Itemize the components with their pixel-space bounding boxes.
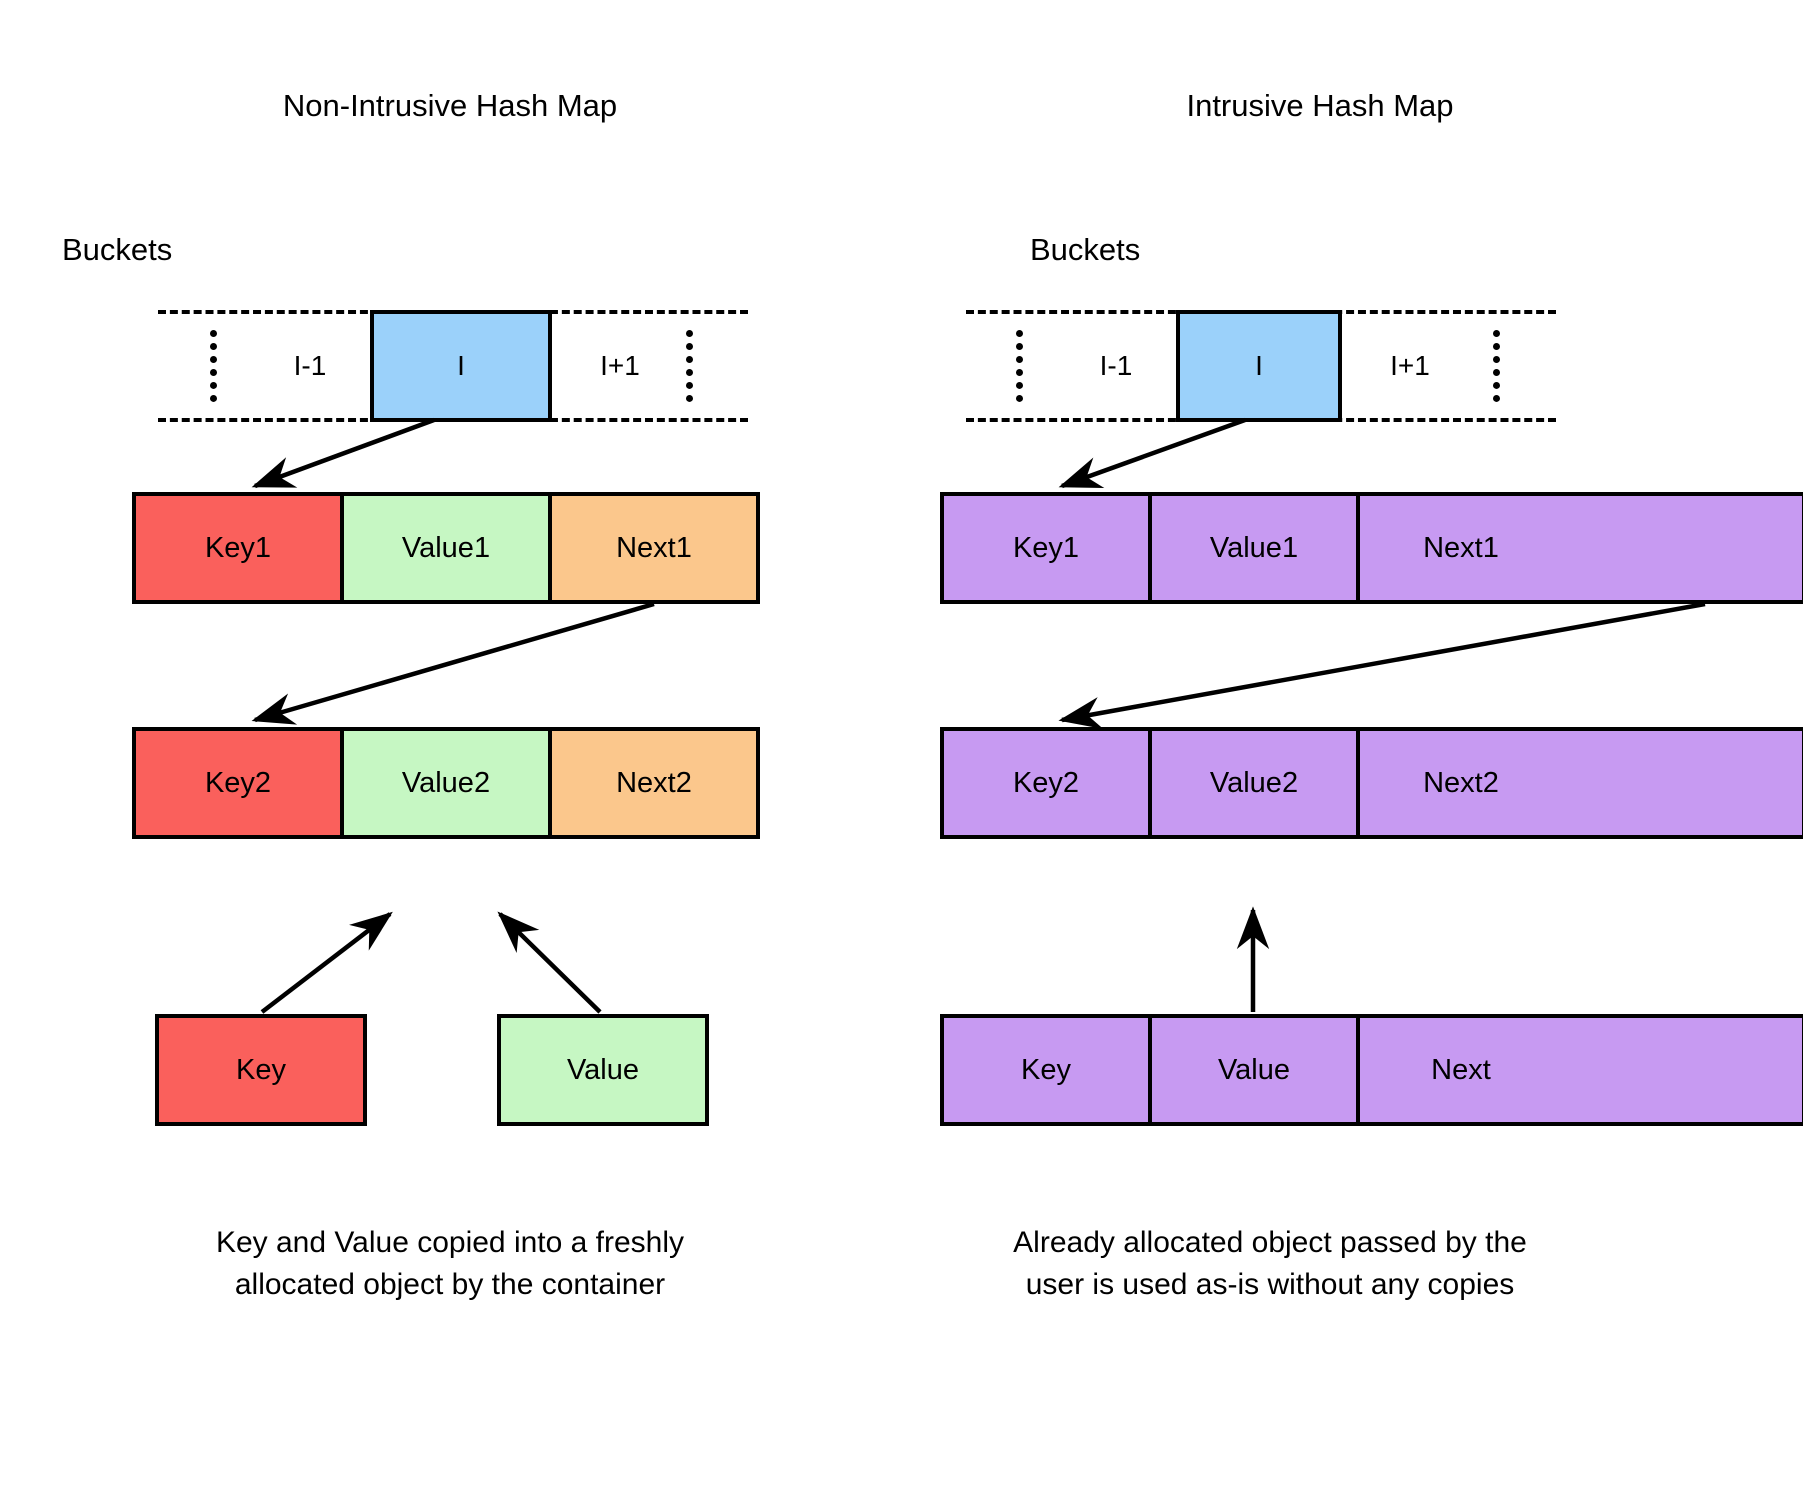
right-node-1-value-label: Value1 <box>1209 531 1299 564</box>
left-arrow-bucket-to-node1 <box>251 417 435 489</box>
left-buckets-label: Buckets <box>62 232 173 267</box>
left-node-2-value-label: Value2 <box>401 766 491 799</box>
right-user-key-label: Key <box>1021 1053 1071 1086</box>
left-bucket-cell-current-label: I <box>457 350 465 381</box>
bucket-ellipsis-left-icon <box>1016 330 1023 402</box>
right-caption: Already allocated object passed by the u… <box>940 1222 1600 1306</box>
right-node-1-key-cell[interactable]: Key1 <box>944 496 1152 600</box>
right-user-next-label: Next <box>1431 1053 1491 1086</box>
left-node-row-1[interactable]: Key1 Value1 Next1 <box>132 492 760 604</box>
left-arrow-node1-to-node2 <box>251 601 655 725</box>
left-user-value-label: Value <box>566 1053 640 1086</box>
left-arrow-value-copy <box>497 911 602 1014</box>
right-node-row-1[interactable]: Key1 Value1 Next1 <box>940 492 1803 604</box>
right-node-1-value-cell[interactable]: Value1 <box>1152 496 1360 600</box>
left-bucket-cell-next[interactable]: I+1 <box>558 310 682 422</box>
right-node-2-next-label: Next2 <box>1423 766 1499 799</box>
left-bucket-cell-next-label: I+1 <box>600 350 640 381</box>
right-node-2-next-cell[interactable]: Next2 <box>1360 731 1802 835</box>
left-user-value-box[interactable]: Value <box>497 1014 709 1126</box>
right-bucket-cell-prev[interactable]: I-1 <box>1056 310 1176 422</box>
right-node-1-next-cell[interactable]: Next1 <box>1360 496 1802 600</box>
left-buckets-strip: I-1 I I+1 <box>158 310 748 422</box>
right-user-key-cell[interactable]: Key <box>944 1018 1152 1122</box>
right-buckets-label: Buckets <box>1030 232 1141 267</box>
bucket-ellipsis-left-icon <box>210 330 217 402</box>
right-buckets-strip: I-1 I I+1 <box>966 310 1556 422</box>
right-user-object-row[interactable]: Key Value Next <box>940 1014 1803 1126</box>
left-node-1-key-cell[interactable]: Key1 <box>136 496 344 600</box>
right-arrow-bucket-to-node1 <box>1058 417 1246 489</box>
right-user-value-label: Value <box>1217 1053 1291 1086</box>
left-user-key-label: Key <box>236 1053 286 1086</box>
diagram-canvas: Non-Intrusive Hash Map Buckets I-1 I I+1… <box>0 0 1803 1485</box>
left-node-2-key-cell[interactable]: Key2 <box>136 731 344 835</box>
right-arrow-node1-to-node2 <box>1058 601 1706 729</box>
right-user-next-cell[interactable]: Next <box>1360 1018 1802 1122</box>
left-user-key-box[interactable]: Key <box>155 1014 367 1126</box>
right-panel-title: Intrusive Hash Map <box>1186 88 1454 123</box>
left-node-2-key-label: Key2 <box>204 766 272 799</box>
right-bucket-cell-next-label: I+1 <box>1390 350 1430 381</box>
right-node-2-value-cell[interactable]: Value2 <box>1152 731 1360 835</box>
right-bucket-cell-next[interactable]: I+1 <box>1348 310 1472 422</box>
bucket-ellipsis-right-icon <box>686 330 693 402</box>
left-caption-line-2: allocated object by the container <box>234 1268 666 1301</box>
right-caption-line-1: Already allocated object passed by the <box>1013 1226 1527 1259</box>
right-bucket-cell-current-label: I <box>1255 350 1263 381</box>
right-bucket-cell-current[interactable]: I <box>1176 310 1342 422</box>
left-node-row-2[interactable]: Key2 Value2 Next2 <box>132 727 760 839</box>
right-caption-line-2: user is used as-is without any copies <box>1025 1268 1515 1301</box>
left-node-1-key-label: Key1 <box>204 531 272 564</box>
left-node-2-next-label: Next2 <box>616 766 692 799</box>
right-user-value-cell[interactable]: Value <box>1152 1018 1360 1122</box>
left-bucket-cell-current[interactable]: I <box>370 310 552 422</box>
left-panel-title: Non-Intrusive Hash Map <box>282 88 618 123</box>
left-bucket-cell-prev[interactable]: I-1 <box>250 310 370 422</box>
right-node-2-key-cell[interactable]: Key2 <box>944 731 1152 835</box>
bucket-ellipsis-right-icon <box>1493 330 1500 402</box>
left-caption-line-1: Key and Value copied into a freshly <box>215 1226 685 1259</box>
right-node-row-2[interactable]: Key2 Value2 Next2 <box>940 727 1803 839</box>
right-node-1-next-label: Next1 <box>1423 531 1499 564</box>
right-node-2-value-label: Value2 <box>1209 766 1299 799</box>
left-node-2-next-cell[interactable]: Next2 <box>552 731 756 835</box>
right-bucket-cell-prev-label: I-1 <box>1099 350 1133 381</box>
left-node-1-next-label: Next1 <box>616 531 692 564</box>
left-arrow-key-copy <box>260 911 393 1014</box>
left-node-1-value-cell[interactable]: Value1 <box>344 496 552 600</box>
left-node-1-next-cell[interactable]: Next1 <box>552 496 756 600</box>
left-node-2-value-cell[interactable]: Value2 <box>344 731 552 835</box>
left-node-1-value-label: Value1 <box>401 531 491 564</box>
left-bucket-cell-prev-label: I-1 <box>293 350 327 381</box>
left-caption: Key and Value copied into a freshly allo… <box>120 1222 780 1306</box>
right-node-1-key-label: Key1 <box>1012 531 1080 564</box>
right-node-2-key-label: Key2 <box>1012 766 1080 799</box>
